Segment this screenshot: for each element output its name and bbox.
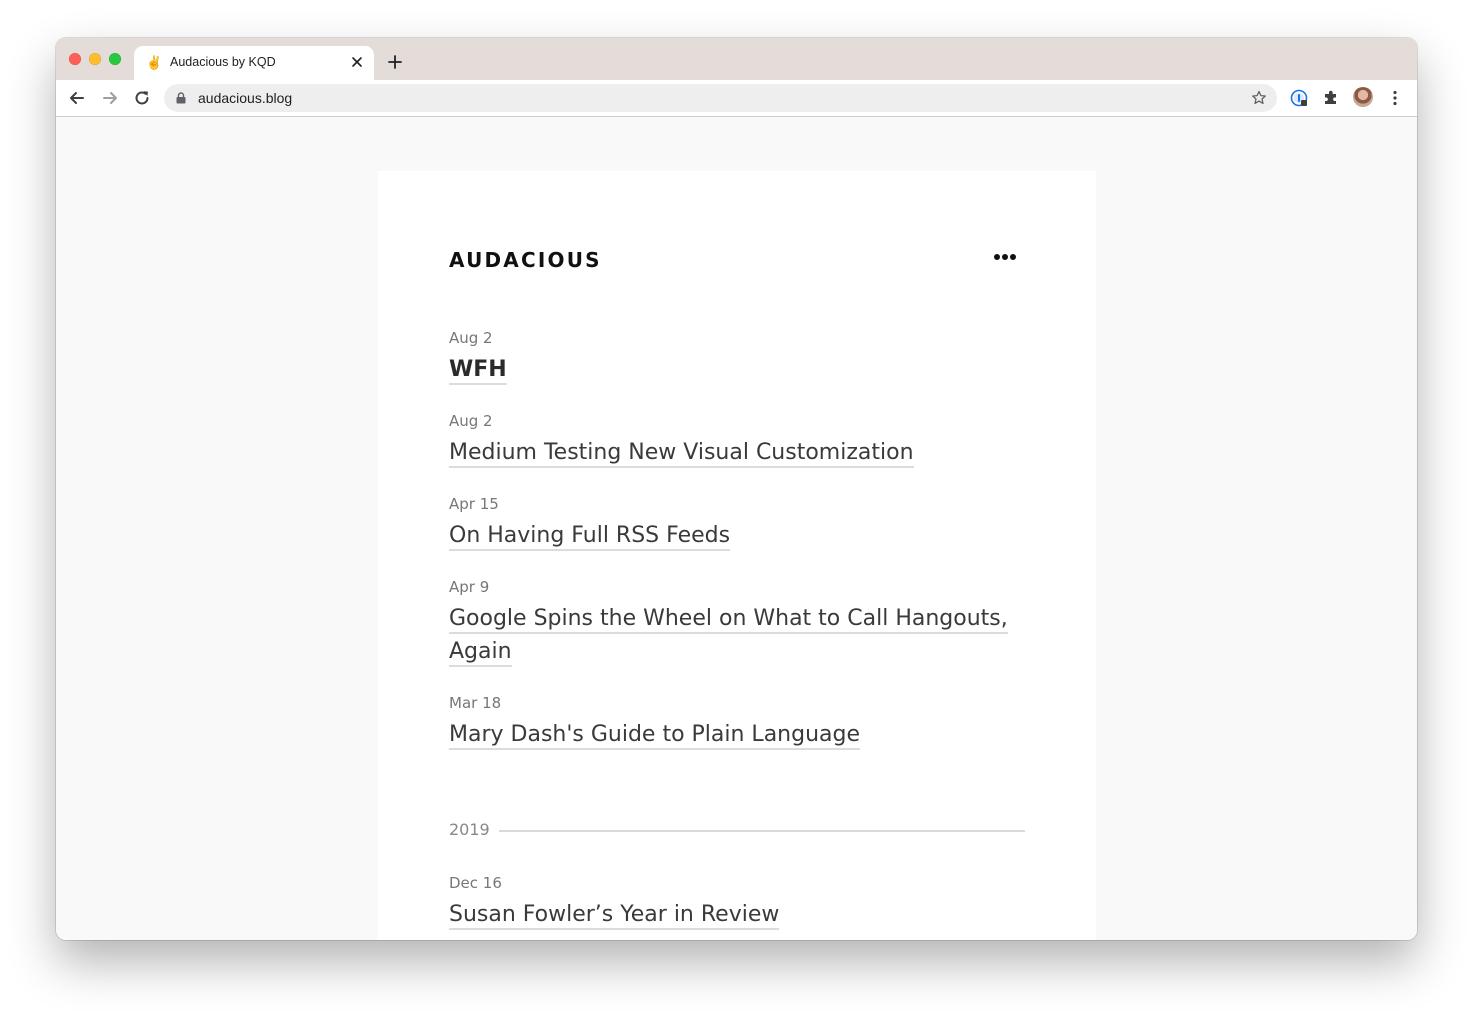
url-text: audacious.blog: [198, 90, 293, 106]
puzzle-icon[interactable]: [1322, 89, 1340, 107]
zoom-window-button[interactable]: [109, 53, 121, 65]
year-label: 2019: [449, 820, 490, 839]
close-window-button[interactable]: [69, 53, 81, 65]
post-date: Apr 15: [449, 495, 499, 513]
profile-avatar[interactable]: [1353, 87, 1373, 107]
post-item: Apr 15 On Having Full RSS Feeds: [449, 495, 1019, 552]
post-date: Mar 18: [449, 694, 502, 712]
post-title-link[interactable]: Google Spins the Wheel on What to Call H…: [449, 606, 1008, 667]
divider-line: [499, 830, 1025, 832]
close-tab-icon[interactable]: [351, 56, 363, 68]
reload-icon[interactable]: [133, 89, 151, 107]
browser-toolbar: audacious.blog: [56, 80, 1417, 117]
new-tab-icon[interactable]: [388, 55, 402, 69]
post-date: Dec 16: [449, 874, 502, 892]
ellipsis-icon[interactable]: [993, 253, 1017, 261]
post-item: Aug 2 WFH: [449, 329, 1019, 386]
post-title-link[interactable]: On Having Full RSS Feeds: [449, 523, 731, 551]
browser-window: ✌ Audacious by KQD audacious.blog AUDACI…: [56, 38, 1417, 940]
post-item: Aug 2 Medium Testing New Visual Customiz…: [449, 412, 1019, 469]
tab-title: Audacious by KQD: [170, 55, 276, 69]
blog-title[interactable]: AUDACIOUS: [449, 248, 602, 272]
lock-icon: [176, 92, 186, 104]
post-title-link[interactable]: Mary Dash's Guide to Plain Language: [449, 722, 861, 750]
1password-icon[interactable]: [1290, 89, 1308, 107]
address-bar[interactable]: audacious.blog: [164, 84, 1277, 112]
post-item: Dec 16 Susan Fowler’s Year in Review: [449, 874, 1019, 931]
minimize-window-button[interactable]: [89, 53, 101, 65]
blog-card: AUDACIOUS Aug 2 WFH Aug 2 Medium Testing…: [378, 171, 1096, 940]
arrow-left-icon[interactable]: [68, 89, 86, 107]
kebab-icon[interactable]: [1392, 90, 1398, 106]
active-tab[interactable]: ✌ Audacious by KQD: [134, 46, 374, 80]
post-title-link[interactable]: Medium Testing New Visual Customization: [449, 440, 914, 468]
page-viewport: AUDACIOUS Aug 2 WFH Aug 2 Medium Testing…: [56, 117, 1417, 940]
post-date: Aug 2: [449, 412, 493, 430]
victory-hand-icon: ✌: [146, 55, 163, 70]
post-title-link[interactable]: Susan Fowler’s Year in Review: [449, 902, 780, 930]
star-icon[interactable]: [1251, 90, 1267, 106]
post-title-link[interactable]: WFH: [449, 357, 507, 385]
tab-strip: ✌ Audacious by KQD: [56, 38, 1417, 80]
post-item: Mar 18 Mary Dash's Guide to Plain Langua…: [449, 694, 1019, 751]
post-item: Apr 9 Google Spins the Wheel on What to …: [449, 578, 1019, 668]
arrow-right-icon[interactable]: [101, 89, 119, 107]
year-divider: 2019: [449, 820, 1025, 842]
post-date: Apr 9: [449, 578, 490, 596]
post-date: Aug 2: [449, 329, 493, 347]
